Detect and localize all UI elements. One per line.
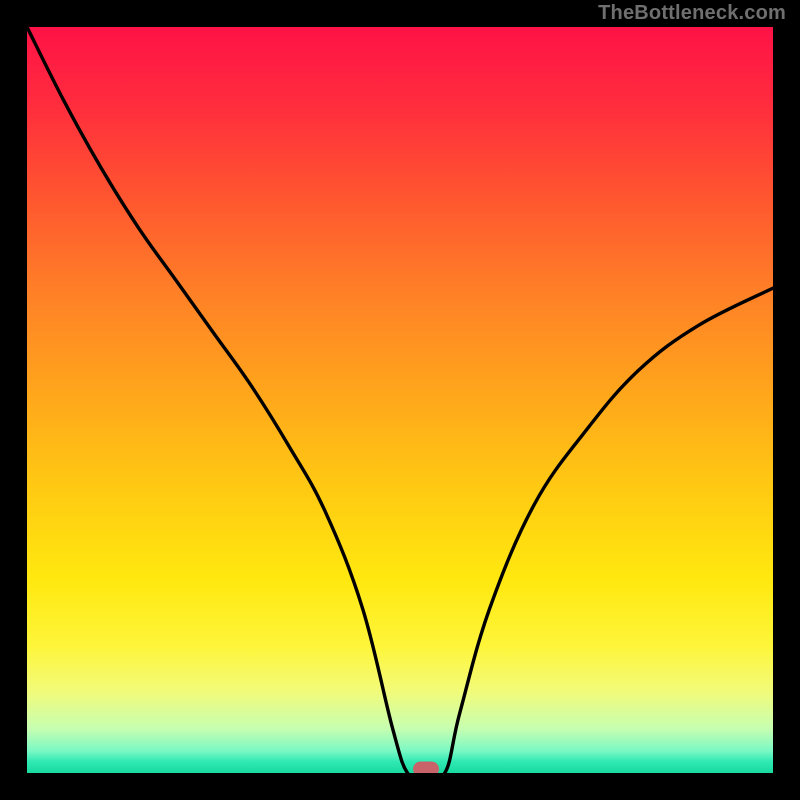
optimum-marker xyxy=(413,762,439,773)
watermark-text: TheBottleneck.com xyxy=(598,2,786,25)
bottleneck-curve xyxy=(27,27,773,773)
plot-area xyxy=(27,27,773,773)
chart-frame: TheBottleneck.com xyxy=(0,0,800,800)
